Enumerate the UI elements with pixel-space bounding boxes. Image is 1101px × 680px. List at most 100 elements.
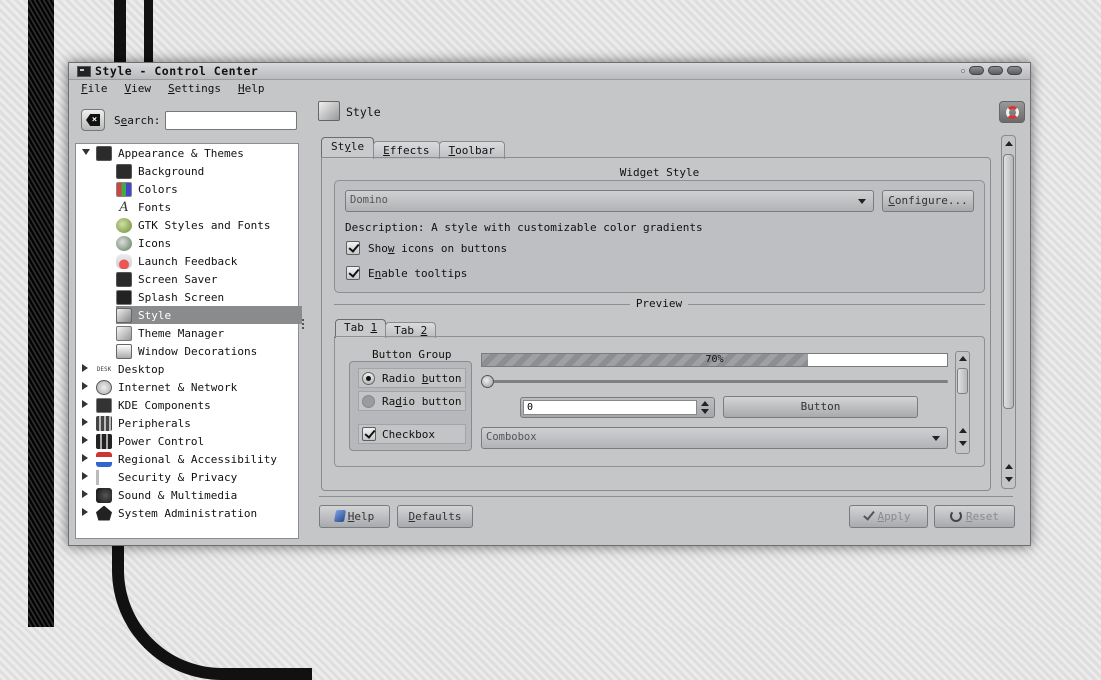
tree-item-category[interactable]: Internet & Network — [82, 378, 237, 396]
tree-item-child[interactable]: A Fonts — [116, 198, 171, 216]
title-bar[interactable]: Style - Control Center — [69, 63, 1030, 80]
sticky-icon[interactable] — [961, 68, 965, 73]
scroll-up-icon[interactable] — [1005, 141, 1013, 146]
expand-arrow-icon[interactable] — [82, 400, 88, 408]
module-tree[interactable]: Appearance & Themes Background Colors A Fon… — [75, 143, 302, 539]
preview-scrollbar[interactable] — [955, 351, 970, 454]
menu-file-accel: F — [81, 82, 88, 95]
tooltips-checkbox[interactable] — [346, 266, 360, 280]
tree-item-category[interactable]: Power Control — [82, 432, 204, 450]
tree-item-child[interactable]: Launch Feedback — [116, 252, 237, 270]
checkbox-row[interactable]: Checkbox — [358, 424, 466, 444]
tree-item-category[interactable]: Security & Privacy — [82, 468, 237, 486]
menu-settings[interactable]: Settings — [168, 82, 221, 95]
tree-item-category[interactable]: Regional & Accessibility — [82, 450, 277, 468]
radio-button-1-row[interactable]: Radio button — [358, 368, 466, 388]
tree-item-child[interactable]: Style — [116, 306, 302, 324]
close-button[interactable] — [1007, 66, 1022, 75]
expand-arrow-icon[interactable] — [82, 149, 90, 155]
footer-divider — [319, 496, 1013, 497]
tree-item-child[interactable]: Icons — [116, 234, 171, 252]
progress-label: 70% — [705, 354, 724, 365]
tab-toolbar-label: oolbar — [455, 144, 495, 157]
defaults-button[interactable]: Defaults — [397, 505, 473, 528]
spin-down-icon[interactable] — [701, 409, 709, 414]
reset-button[interactable]: Reset — [934, 505, 1015, 528]
scroll-down-icon[interactable] — [959, 441, 967, 446]
expand-arrow-icon[interactable] — [82, 436, 88, 444]
tooltips-checkbox-row[interactable]: Enable tooltips — [346, 266, 467, 280]
spin-box[interactable] — [520, 397, 715, 418]
scroll-up-icon[interactable] — [959, 356, 967, 361]
preview-divider — [334, 304, 630, 305]
clear-search-button[interactable]: × — [81, 109, 105, 131]
slider-track[interactable] — [487, 380, 948, 383]
menu-view[interactable]: View — [125, 82, 152, 95]
show-icons-checkbox[interactable] — [346, 241, 360, 255]
tree-item-label: Style — [138, 308, 172, 322]
tree-item-appearance[interactable]: Appearance & Themes — [82, 144, 244, 162]
widget-style-combo[interactable]: Domino — [345, 190, 874, 212]
preview-button[interactable]: Button — [723, 396, 918, 418]
slider-handle[interactable] — [481, 375, 494, 388]
flag-icon — [96, 451, 112, 467]
search-input[interactable] — [165, 110, 298, 130]
spin-box-input[interactable] — [523, 400, 697, 415]
preview-scrollbar-thumb[interactable] — [957, 368, 968, 394]
expand-arrow-icon[interactable] — [82, 418, 88, 426]
panel-scrollbar[interactable] — [1001, 135, 1016, 489]
preview-divider — [688, 304, 985, 305]
radio-button-1[interactable] — [362, 371, 375, 385]
preview-combobox[interactable]: Combobox — [481, 427, 948, 449]
splitter-handle[interactable] — [302, 319, 304, 329]
scrollbar-thumb[interactable] — [1003, 154, 1014, 409]
maximize-button[interactable] — [988, 66, 1003, 75]
menu-help[interactable]: Help — [238, 82, 265, 95]
search-label: Search: — [114, 114, 160, 127]
tree-item-label: Background — [138, 164, 205, 178]
wallpaper-stripe — [28, 0, 54, 627]
apply-button[interactable]: Apply — [849, 505, 928, 528]
tree-item-child[interactable]: Splash Screen — [116, 288, 224, 306]
expand-arrow-icon[interactable] — [82, 382, 88, 390]
tree-item-label: Theme Manager — [138, 326, 225, 340]
tree-item-child[interactable]: Theme Manager — [116, 324, 224, 342]
tree-item-child[interactable]: Colors — [116, 180, 178, 198]
tree-item-category[interactable]: Peripherals — [82, 414, 191, 432]
radio-button-2[interactable] — [362, 394, 375, 408]
expand-arrow-icon[interactable] — [82, 472, 88, 480]
launch-feedback-icon — [116, 253, 132, 269]
tree-item-category[interactable]: DESK Desktop — [82, 360, 164, 378]
configure-button[interactable]: Configure... — [882, 190, 974, 212]
tree-item-category[interactable]: System Administration — [82, 504, 257, 522]
preview-checkbox[interactable] — [362, 427, 376, 441]
show-icons-checkbox-row[interactable]: Show icons on buttons — [346, 241, 507, 255]
help-button[interactable]: Help — [319, 505, 390, 528]
scroll-up-icon[interactable] — [1005, 464, 1013, 469]
menu-file[interactable]: File — [81, 82, 108, 95]
tab-style[interactable]: Style — [321, 137, 375, 159]
expand-arrow-icon[interactable] — [82, 454, 88, 462]
radio-button-2-row[interactable]: Radio button — [358, 391, 466, 411]
expand-arrow-icon[interactable] — [82, 490, 88, 498]
search-label-post: arch: — [127, 113, 161, 127]
minimize-button[interactable] — [969, 66, 984, 75]
expand-arrow-icon[interactable] — [82, 508, 88, 516]
tree-item-category[interactable]: Sound & Multimedia — [82, 486, 237, 504]
scroll-up-icon[interactable] — [959, 428, 967, 433]
tree-item-label: Appearance & Themes — [118, 146, 244, 160]
menu-help-label: elp — [244, 82, 265, 95]
expand-arrow-icon[interactable] — [82, 364, 88, 372]
help-lifebuoy-button[interactable] — [999, 101, 1025, 123]
tree-item-child[interactable]: Background — [116, 162, 204, 180]
show-icons-accel: w — [387, 241, 395, 255]
app-icon[interactable] — [77, 66, 91, 77]
scroll-down-icon[interactable] — [1005, 477, 1013, 482]
tree-item-child[interactable]: GTK Styles and Fonts — [116, 216, 270, 234]
tree-item-child[interactable]: Screen Saver — [116, 270, 217, 288]
tree-item-label: Internet & Network — [118, 380, 238, 394]
tree-item-child[interactable]: Window Decorations — [116, 342, 257, 360]
tree-item-category[interactable]: KDE Components — [82, 396, 211, 414]
tree-item-label: Fonts — [138, 200, 172, 214]
spin-up-icon[interactable] — [701, 401, 709, 406]
